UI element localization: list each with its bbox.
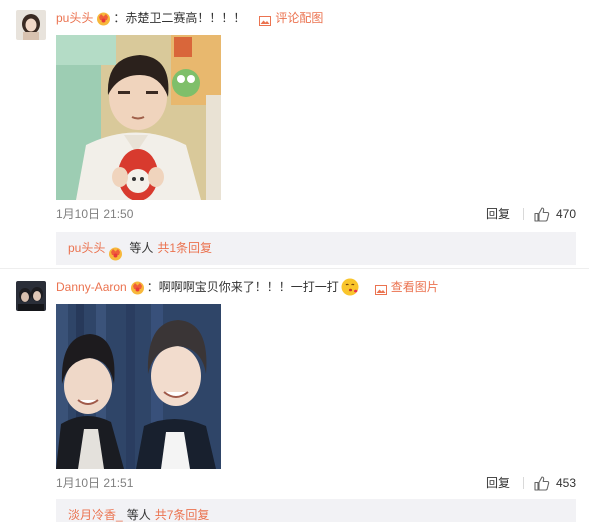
sub-reply-username[interactable]: 淡月冷香_ <box>68 499 123 522</box>
sub-reply-username[interactable]: pu头头 <box>68 232 105 265</box>
comment-meta: 1月10日 21:51 回复 453 <box>56 474 576 492</box>
comment-date: 1月10日 21:51 <box>56 476 134 490</box>
divider <box>522 477 524 489</box>
reply-button[interactable]: 回复 <box>486 474 510 492</box>
comment-actions: 回复 470 <box>486 205 576 223</box>
crown-badge-icon <box>108 241 123 261</box>
like-count: 470 <box>555 207 576 221</box>
comment-header: Danny-Aaron ： 啊啊啊宝贝你来了！！！一打一打 查看图片 <box>56 278 439 296</box>
avatar[interactable] <box>16 281 46 311</box>
view-picture-label: 查看图片 <box>390 280 439 294</box>
comment-actions: 回复 453 <box>486 474 576 492</box>
sub-reply-box[interactable]: pu头头 等人 共1条回复 <box>56 232 576 265</box>
kiss-face-emoji-icon <box>341 278 359 296</box>
crown-badge-icon <box>130 280 145 295</box>
username-link[interactable]: pu头头 <box>56 9 93 27</box>
crown-badge-icon <box>96 11 111 26</box>
sub-reply-text: 等人 <box>129 241 154 255</box>
comment-header: pu头头 ： 赤楚卫二赛高！！！！ 评论配图 <box>56 9 323 27</box>
more-replies-link[interactable]: 共1条回复 <box>157 232 212 265</box>
comment-text: 赤楚卫二赛高！！！！ <box>125 11 246 25</box>
view-picture-link[interactable]: 评论配图 <box>259 9 323 27</box>
comment-text: 啊啊啊宝贝你来了！！！一打一打 <box>158 280 339 294</box>
thumbs-up-icon[interactable] <box>534 475 550 491</box>
avatar[interactable] <box>16 10 46 40</box>
picture-icon <box>374 282 387 295</box>
like-count: 453 <box>555 476 576 490</box>
sub-reply-text: 等人 <box>126 508 151 522</box>
view-picture-label: 评论配图 <box>275 11 324 25</box>
comment-item: pu头头 ： 赤楚卫二赛高！！！！ 评论配图 1月10日 21:50 回复 47… <box>0 0 589 268</box>
comment-meta: 1月10日 21:50 回复 470 <box>56 205 576 223</box>
username-link[interactable]: Danny-Aaron <box>56 278 127 296</box>
colon: ： <box>113 11 126 25</box>
view-picture-link[interactable]: 查看图片 <box>374 278 439 296</box>
reply-button[interactable]: 回复 <box>486 205 510 223</box>
picture-icon <box>259 13 272 26</box>
comment-date: 1月10日 21:50 <box>56 207 134 221</box>
comment-item: Danny-Aaron ： 啊啊啊宝贝你来了！！！一打一打 查看图片 1月10日… <box>0 268 589 522</box>
sub-reply-box[interactable]: 淡月冷香_ 等人 共7条回复 <box>56 499 576 522</box>
comment-image[interactable] <box>56 304 221 469</box>
colon: ： <box>146 280 159 294</box>
thumbs-up-icon[interactable] <box>534 206 550 222</box>
comment-image[interactable] <box>56 35 221 200</box>
divider <box>522 208 524 220</box>
more-replies-link[interactable]: 共7条回复 <box>155 499 210 522</box>
